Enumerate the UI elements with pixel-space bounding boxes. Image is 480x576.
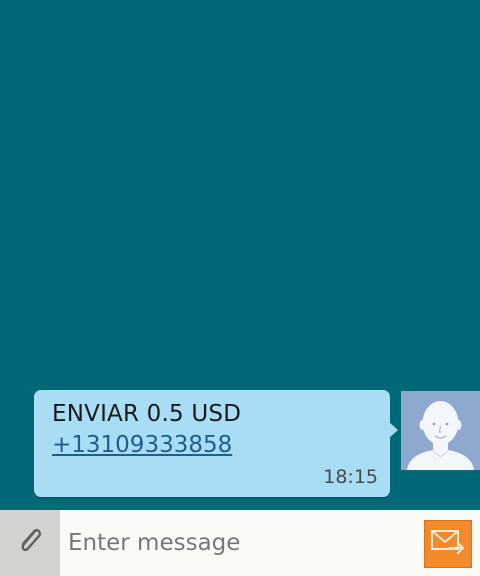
- phone-number-link[interactable]: +13109333858: [52, 432, 232, 458]
- send-envelope-icon: [430, 528, 466, 560]
- send-button[interactable]: [424, 520, 472, 568]
- message-timestamp: 18:15: [323, 466, 378, 488]
- contact-avatar-icon[interactable]: [401, 391, 480, 470]
- bubble-tail: [389, 422, 398, 438]
- message-input[interactable]: [60, 510, 410, 576]
- attach-button[interactable]: [0, 510, 60, 576]
- paperclip-icon: [15, 524, 45, 562]
- conversation-area: ENVIAR 0.5 USD +13109333858 18:15: [0, 0, 480, 510]
- message-bubble[interactable]: ENVIAR 0.5 USD +13109333858 18:15: [34, 390, 398, 497]
- message-text: ENVIAR 0.5 USD: [52, 401, 242, 427]
- compose-bar: [0, 510, 480, 576]
